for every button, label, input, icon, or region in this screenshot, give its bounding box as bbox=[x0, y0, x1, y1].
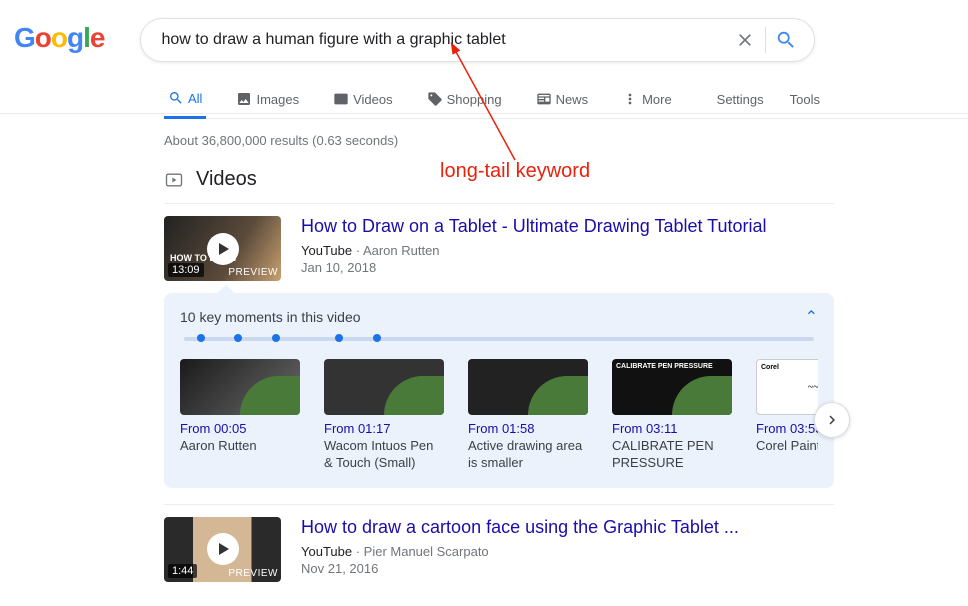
moment-label: Wacom Intuos Pen & Touch (Small) bbox=[324, 438, 444, 472]
duration-badge: 1:44 bbox=[168, 564, 197, 578]
play-icon bbox=[207, 533, 239, 565]
result-title[interactable]: How to draw a cartoon face using the Gra… bbox=[301, 517, 739, 538]
preview-badge: PREVIEW bbox=[228, 267, 278, 278]
search-bar bbox=[140, 18, 815, 62]
moment-thumbnail bbox=[180, 359, 300, 415]
result-date: Jan 10, 2018 bbox=[301, 260, 767, 275]
video-result: HOW TO DRAW 13:09 PREVIEW How to Draw on… bbox=[164, 216, 834, 281]
result-stats: About 36,800,000 results (0.63 seconds) bbox=[164, 133, 834, 148]
moment-label: CALIBRATE PEN PRESSURE bbox=[612, 438, 732, 472]
moment-item[interactable]: From 01:58 Active drawing area is smalle… bbox=[468, 359, 588, 472]
tab-label: All bbox=[188, 91, 202, 106]
tab-images[interactable]: Images bbox=[232, 81, 303, 117]
video-thumbnail[interactable]: HOW TO DRAW 13:09 PREVIEW bbox=[164, 216, 281, 281]
search-input[interactable] bbox=[161, 31, 725, 49]
search-icon[interactable] bbox=[766, 20, 806, 60]
tab-label: More bbox=[642, 92, 672, 107]
preview-badge: PREVIEW bbox=[228, 568, 278, 579]
moment-label: Corel Painter bbox=[756, 438, 818, 455]
next-arrow-button[interactable] bbox=[814, 402, 850, 438]
moment-label: Aaron Rutten bbox=[180, 438, 300, 455]
result-date: Nov 21, 2016 bbox=[301, 561, 739, 576]
moment-label: Active drawing area is smaller bbox=[468, 438, 588, 472]
tab-label: Images bbox=[256, 92, 299, 107]
tab-shopping[interactable]: Shopping bbox=[423, 81, 506, 117]
tab-label: Videos bbox=[353, 92, 393, 107]
google-logo[interactable]: Google bbox=[14, 22, 104, 54]
play-box-icon bbox=[164, 170, 184, 190]
moment-item[interactable]: From 00:05 Aaron Rutten bbox=[180, 359, 300, 472]
key-moments-panel: 10 key moments in this video ⌃ From 00:0… bbox=[164, 293, 834, 488]
moment-timestamp: From 01:58 bbox=[468, 421, 588, 436]
section-title: Videos bbox=[196, 168, 257, 191]
result-title[interactable]: How to Draw on a Tablet - Ultimate Drawi… bbox=[301, 216, 767, 237]
video-thumbnail[interactable]: 1:44 PREVIEW bbox=[164, 517, 281, 582]
moment-thumbnail: Corel~~~ bbox=[756, 359, 818, 415]
moment-item[interactable]: From 01:17 Wacom Intuos Pen & Touch (Sma… bbox=[324, 359, 444, 472]
moment-thumbnail: CALIBRATE PEN PRESSURE bbox=[612, 359, 732, 415]
moment-item[interactable]: CALIBRATE PEN PRESSURE From 03:11 CALIBR… bbox=[612, 359, 732, 472]
result-meta: YouTube · Aaron Rutten bbox=[301, 243, 767, 258]
moments-timeline[interactable] bbox=[184, 337, 814, 341]
duration-badge: 13:09 bbox=[168, 263, 204, 277]
tab-more[interactable]: More bbox=[618, 81, 676, 117]
moments-header: 10 key moments in this video bbox=[180, 309, 361, 325]
moment-thumbnail bbox=[324, 359, 444, 415]
play-icon bbox=[207, 233, 239, 265]
chevron-up-icon[interactable]: ⌃ bbox=[805, 307, 818, 327]
moment-timestamp: From 00:05 bbox=[180, 421, 300, 436]
video-result: 1:44 PREVIEW How to draw a cartoon face … bbox=[164, 517, 834, 582]
tab-label: Shopping bbox=[447, 92, 502, 107]
tab-news[interactable]: News bbox=[532, 81, 593, 117]
moment-timestamp: From 03:53 bbox=[756, 421, 818, 436]
clear-icon[interactable] bbox=[725, 20, 765, 60]
moment-item[interactable]: Corel~~~ From 03:53 Corel Painter bbox=[756, 359, 818, 472]
tools-link[interactable]: Tools bbox=[790, 92, 820, 107]
result-meta: YouTube · Pier Manuel Scarpato bbox=[301, 544, 739, 559]
tab-videos[interactable]: Videos bbox=[329, 81, 397, 117]
settings-link[interactable]: Settings bbox=[717, 92, 764, 107]
moment-timestamp: From 03:11 bbox=[612, 421, 732, 436]
videos-section-header: Videos bbox=[164, 168, 834, 191]
tab-label: News bbox=[556, 92, 589, 107]
moment-thumbnail bbox=[468, 359, 588, 415]
moment-timestamp: From 01:17 bbox=[324, 421, 444, 436]
